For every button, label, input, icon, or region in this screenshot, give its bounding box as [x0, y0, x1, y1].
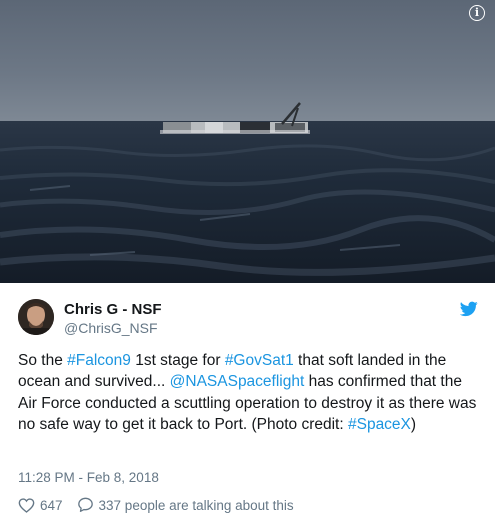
tweet-actions: 647 337 people are talking about this: [18, 495, 294, 515]
tweet-text: So the #Falcon9 1st stage for #GovSat1 t…: [18, 350, 478, 435]
tweet-header: Chris G - NSF @ChrisG_NSF: [18, 296, 478, 344]
heart-icon[interactable]: [18, 497, 35, 513]
author-handle[interactable]: @ChrisG_NSF: [64, 320, 158, 336]
tweet-timestamp[interactable]: 11:28 PM - Feb 8, 2018: [18, 470, 159, 485]
twitter-bird-icon[interactable]: [460, 301, 478, 317]
tweet-text-segment: 1st stage for: [130, 352, 225, 369]
tweet-photo[interactable]: i: [0, 0, 495, 283]
tweet-text-segment: So the: [18, 352, 68, 369]
ocean-photo: [0, 0, 495, 283]
info-icon[interactable]: i: [469, 5, 485, 21]
talking-about-label[interactable]: 337 people are talking about this: [99, 498, 294, 513]
hashtag-link[interactable]: #SpaceX: [348, 416, 411, 433]
hashtag-link[interactable]: #Falcon9: [67, 352, 131, 369]
speech-bubble-icon[interactable]: [77, 497, 94, 513]
embedded-tweet: i Chris G - NSF @ChrisG_NSF So the #Falc…: [0, 0, 495, 525]
avatar[interactable]: [18, 299, 54, 335]
like-count[interactable]: 647: [40, 498, 63, 513]
hashtag-link[interactable]: #GovSat1: [225, 352, 294, 369]
tweet-text-segment: ): [410, 415, 417, 433]
mention-link[interactable]: @NASASpaceflight: [170, 373, 305, 390]
author-name[interactable]: Chris G - NSF: [64, 301, 162, 318]
